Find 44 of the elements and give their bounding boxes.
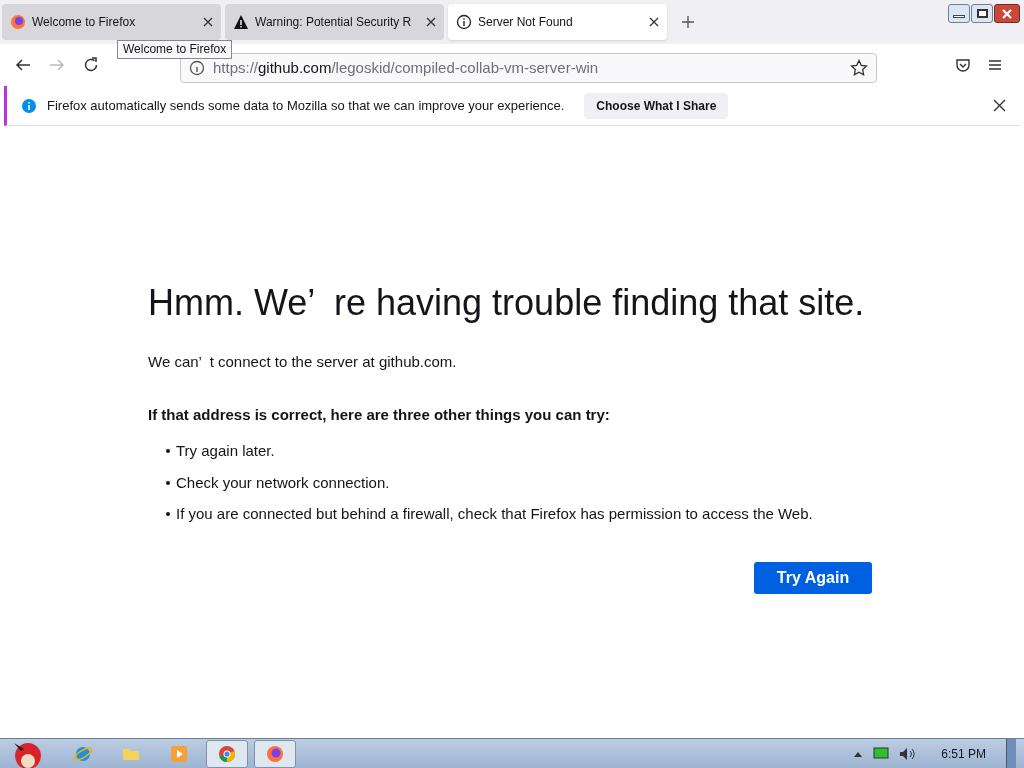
info-icon [189,60,205,76]
browser-tab[interactable]: Warning: Potential Security R [225,4,444,40]
firefox-icon [265,743,285,764]
firefox-icon [10,14,26,30]
chrome-icon [217,743,237,764]
notification-message: Firefox automatically sends some data to Mozilla so that we can improve your experience. [47,96,565,115]
warning-icon [233,14,249,30]
reload-icon[interactable] [82,56,100,74]
close-icon[interactable] [649,17,659,27]
clock[interactable]: 6:51 PM [941,744,986,763]
menu-icon[interactable] [987,57,1003,73]
close-icon[interactable] [426,17,436,27]
info-icon [21,97,37,114]
tab-title: Warning: Potential Security R [255,14,413,31]
address-bar[interactable]: https://github.com/legoskid/compiled-collab-vm-server-win [180,53,877,83]
taskbar-app[interactable] [206,739,248,768]
pocket-icon[interactable] [955,57,971,73]
speaker-icon[interactable] [899,746,918,761]
suggestion-item: If you are connected but behind a firewall, check that Firefox has permission to access the Web. [176,504,813,524]
minimize-button[interactable] [948,4,970,23]
close-icon[interactable] [203,17,213,27]
choose-share-button[interactable]: Choose What I Share [584,92,729,119]
new-tab-icon[interactable] [681,15,695,29]
try-again-button[interactable]: Try Again [754,561,872,594]
monitor-icon[interactable] [873,746,890,761]
tooltip: Welcome to Firefox [117,40,233,59]
url-text: https://github.com/legoskid/compiled-collab-vm-server-win [213,57,600,78]
suggestion-item: Try again later. [176,441,275,461]
star-icon[interactable] [850,59,868,77]
suggestion-item: Check your network connection. [176,472,390,493]
browser-tab[interactable]: Server Not Found [448,4,667,40]
close-window-button[interactable] [994,4,1020,23]
close-icon[interactable] [993,99,1006,112]
close-icon [1002,8,1012,19]
tab-title: Welcome to Firefox [32,14,137,31]
error-description: We can’ t connect to the server at github.com. [148,352,458,372]
tab-title: Server Not Found [478,14,574,31]
error-title: Hmm. We’ re having trouble finding that site. [148,281,866,325]
restore-button[interactable] [971,4,993,23]
browser-tab[interactable]: Welcome to Firefox [2,4,221,40]
info-icon [456,14,472,30]
taskbar-app[interactable] [254,739,296,768]
media-player-icon [169,743,189,764]
suggestions-heading: If that address is correct, here are three other things you can try: [148,404,611,425]
